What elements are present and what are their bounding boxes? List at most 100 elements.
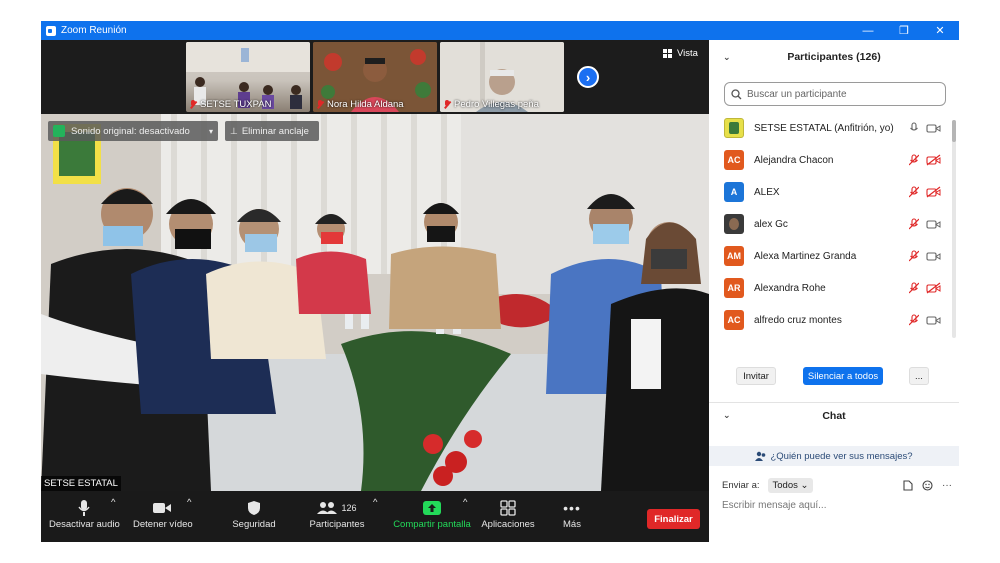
window-title: Zoom Reunión <box>61 25 127 36</box>
participants-header: ⌄ Participantes (126) <box>709 40 959 74</box>
original-sound-button[interactable]: Sonido original: desactivado ▾ <box>48 121 218 141</box>
people-icon <box>755 451 766 461</box>
collapse-chevron-icon[interactable]: ⌄ <box>723 410 731 421</box>
thumbnail-video[interactable]: SETSE TUXPAN <box>186 42 310 112</box>
share-screen-button[interactable]: Compartir pantalla <box>391 497 473 530</box>
chevron-down-icon: ▾ <box>208 126 213 136</box>
muted-mic-icon <box>189 100 197 109</box>
apps-label: Aplicaciones <box>481 519 535 530</box>
chat-header: ⌄ Chat <box>709 402 959 428</box>
mute-audio-button[interactable]: Desactivar audio <box>49 497 120 530</box>
participant-name: Alejandra Chacon <box>754 154 834 166</box>
collapse-chevron-icon[interactable]: ⌄ <box>723 52 731 63</box>
scrollbar-thumb[interactable] <box>952 120 956 142</box>
participant-row[interactable]: AR Alexandra Rohe <box>709 272 951 304</box>
security-label: Seguridad <box>232 519 276 530</box>
chat-message-input[interactable]: Escribir mensaje aquí... <box>722 500 827 511</box>
thumbnail-video[interactable]: Pedro Villegas peña <box>440 42 564 112</box>
mute-all-button[interactable]: Silenciar a todos <box>803 367 883 385</box>
participant-name: Pedro Villegas peña <box>454 99 539 110</box>
participant-name: alex Gc <box>754 218 788 230</box>
next-page-button[interactable]: › <box>577 66 599 88</box>
video-off-icon <box>926 186 941 198</box>
unpin-button[interactable]: ⊥ Eliminar anclaje <box>225 121 319 141</box>
avatar <box>724 118 744 138</box>
chevron-down-icon: ⌄ <box>800 479 809 491</box>
file-icon[interactable] <box>903 479 913 491</box>
video-camera-icon <box>926 124 941 133</box>
original-sound-label: Sonido original: desactivado <box>71 125 190 137</box>
participant-search-input[interactable]: Buscar un participante <box>724 82 946 106</box>
participants-button[interactable]: 126 Participantes <box>307 497 367 530</box>
share-screen-icon <box>423 501 441 515</box>
search-icon <box>731 88 742 99</box>
grid-view-icon <box>663 49 672 58</box>
participant-row[interactable]: alex Gc <box>709 208 951 240</box>
stop-video-button[interactable]: Detener vídeo <box>133 497 193 530</box>
participant-name: SETSE TUXPAN <box>200 99 272 110</box>
thumbnail-label: Pedro Villegas peña <box>443 99 539 110</box>
more-options-button[interactable]: ... <box>909 367 929 385</box>
unpin-label: Eliminar anclaje <box>241 125 309 137</box>
thumbnail-video[interactable]: Nora Hilda Aldana <box>313 42 437 112</box>
participant-name: Nora Hilda Aldana <box>327 99 404 110</box>
video-off-icon <box>926 282 941 294</box>
main-video[interactable]: Sonido original: desactivado ▾ ⊥ Elimina… <box>41 114 709 491</box>
participants-options-caret[interactable]: ^ <box>373 497 377 508</box>
avatar: AR <box>724 278 744 298</box>
view-label: Vista <box>677 48 698 59</box>
who-can-see-messages-link[interactable]: ¿Quién puede ver sus mensajes? <box>709 446 959 466</box>
video-options-caret[interactable]: ^ <box>187 497 191 508</box>
participant-list-scrollbar[interactable] <box>952 120 956 338</box>
video-camera-icon <box>926 252 941 261</box>
participant-row[interactable]: AM Alexa Martinez Granda <box>709 240 951 272</box>
mute-audio-label: Desactivar audio <box>49 519 120 530</box>
security-button[interactable]: Seguridad <box>229 497 279 530</box>
participant-row[interactable]: AC alfredo cruz montes <box>709 304 951 336</box>
muted-mic-icon <box>909 154 919 166</box>
participant-name: alfredo cruz montes <box>754 314 842 326</box>
close-button[interactable]: ✕ <box>922 21 958 40</box>
stop-video-label: Detener vídeo <box>133 519 193 530</box>
participant-status-icons <box>909 314 941 326</box>
participant-name: Alexa Martinez Granda <box>754 250 857 262</box>
more-label: Más <box>563 519 581 530</box>
emoji-icon[interactable] <box>922 479 933 491</box>
view-button[interactable]: Vista <box>663 48 698 59</box>
muted-mic-icon <box>316 100 324 109</box>
more-button[interactable]: ••• Más <box>557 497 587 530</box>
participants-icon <box>317 502 338 514</box>
profile-photo <box>729 218 739 230</box>
more-dots-icon: ••• <box>563 500 581 516</box>
participant-status-icons <box>909 282 941 294</box>
minimize-button[interactable]: — <box>850 21 886 40</box>
shield-check-icon <box>53 125 65 137</box>
end-meeting-button[interactable]: Finalizar <box>647 509 700 529</box>
video-off-icon <box>926 154 941 166</box>
title-bar: Zoom Reunión — ❐ ✕ <box>41 21 959 40</box>
invite-button[interactable]: Invitar <box>736 367 776 385</box>
recipient-dropdown[interactable]: Todos ⌄ <box>767 477 814 493</box>
participant-row[interactable]: AC Alejandra Chacon <box>709 144 951 176</box>
recipient-label: Todos <box>772 479 798 491</box>
participant-status-icons <box>909 154 941 166</box>
participant-row[interactable]: SETSE ESTATAL (Anfitrión, yo) <box>709 112 951 144</box>
muted-mic-icon <box>909 282 919 294</box>
avatar: AC <box>724 150 744 170</box>
participant-row[interactable]: A ALEX <box>709 176 951 208</box>
restore-button[interactable]: ❐ <box>886 21 922 40</box>
avatar: AM <box>724 246 744 266</box>
participant-status-icons <box>909 250 941 262</box>
avatar <box>724 214 744 234</box>
pin-icon: ⊥ <box>230 125 238 136</box>
apps-button[interactable]: Aplicaciones <box>479 497 537 530</box>
video-camera-icon <box>926 220 941 229</box>
avatar: A <box>724 182 744 202</box>
zoom-window: Zoom Reunión — ❐ ✕ SETSE TUXPAN Nora Hil… <box>41 21 959 542</box>
share-options-caret[interactable]: ^ <box>463 497 467 508</box>
audio-options-caret[interactable]: ^ <box>111 497 115 508</box>
who-can-see-label: ¿Quién puede ver sus mensajes? <box>770 450 913 462</box>
thumbnail-label: Nora Hilda Aldana <box>316 99 404 110</box>
more-dots-icon[interactable]: ··· <box>942 480 952 491</box>
thumbnail-label: SETSE TUXPAN <box>189 99 271 110</box>
